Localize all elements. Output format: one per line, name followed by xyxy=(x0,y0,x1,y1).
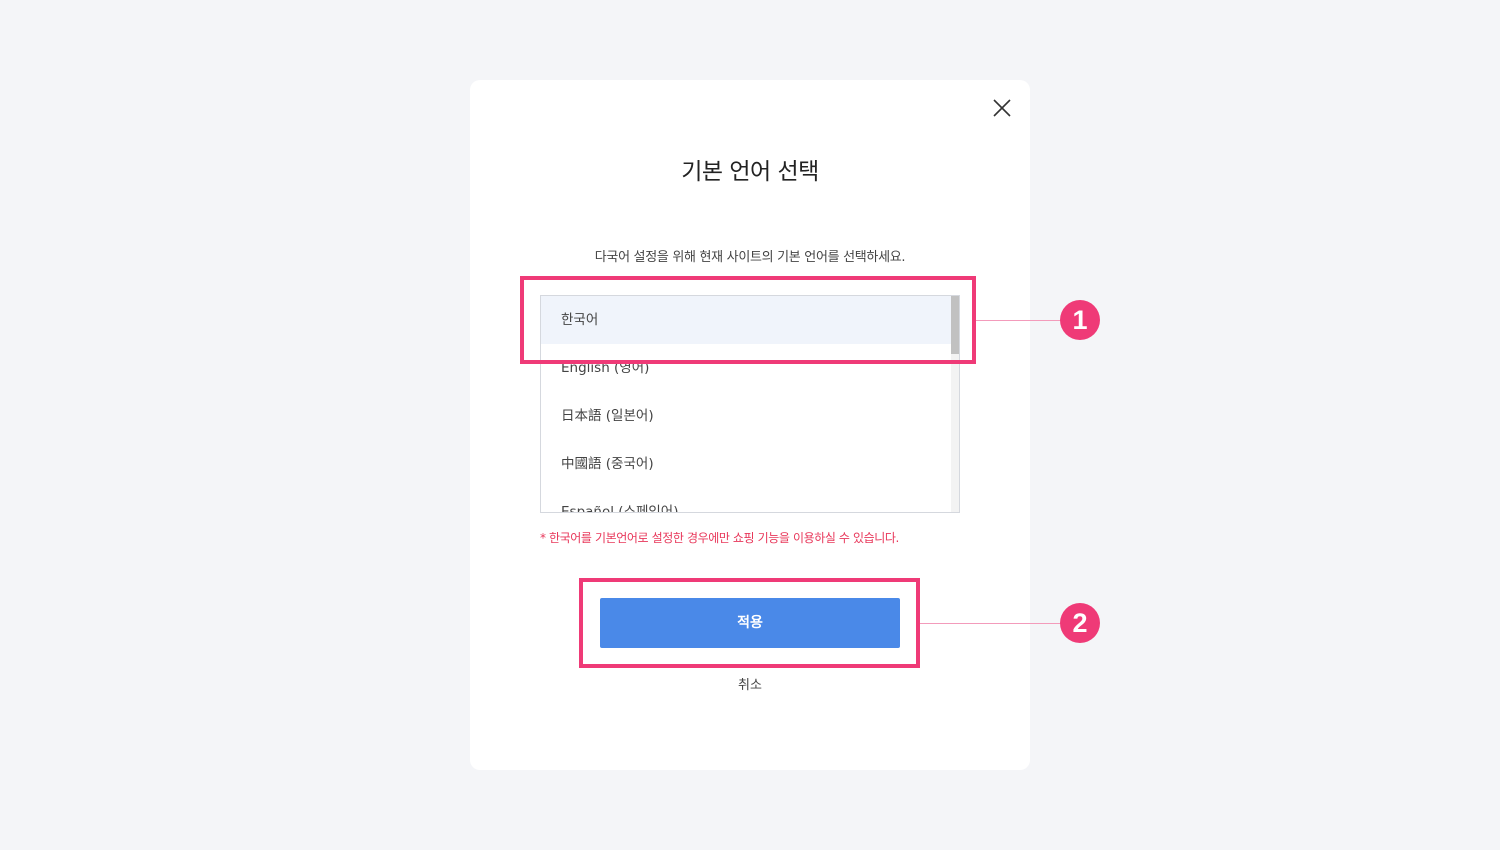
annotation-highlight-apply-button xyxy=(579,578,920,668)
annotation-connector-1 xyxy=(976,320,1062,321)
annotation-highlight-language-list xyxy=(520,276,976,364)
language-option-japanese[interactable]: 日本語 (일본어) xyxy=(541,392,959,440)
shopping-notice: * 한국어를 기본언어로 설정한 경우에만 쇼핑 기능을 이용하실 수 있습니다… xyxy=(540,531,899,545)
dialog-description: 다국어 설정을 위해 현재 사이트의 기본 언어를 선택하세요. xyxy=(594,250,906,265)
cancel-button[interactable]: 취소 xyxy=(470,674,1030,693)
close-button[interactable] xyxy=(990,96,1014,120)
language-option-spanish[interactable]: Español (스페인어) xyxy=(541,488,959,512)
annotation-marker-2: 2 xyxy=(1060,603,1100,643)
annotation-connector-2 xyxy=(920,623,1062,624)
dialog-title: 기본 언어 선택 xyxy=(681,159,819,185)
annotation-marker-1: 1 xyxy=(1060,300,1100,340)
language-option-chinese[interactable]: 中國語 (중국어) xyxy=(541,440,959,488)
close-icon xyxy=(993,99,1011,117)
